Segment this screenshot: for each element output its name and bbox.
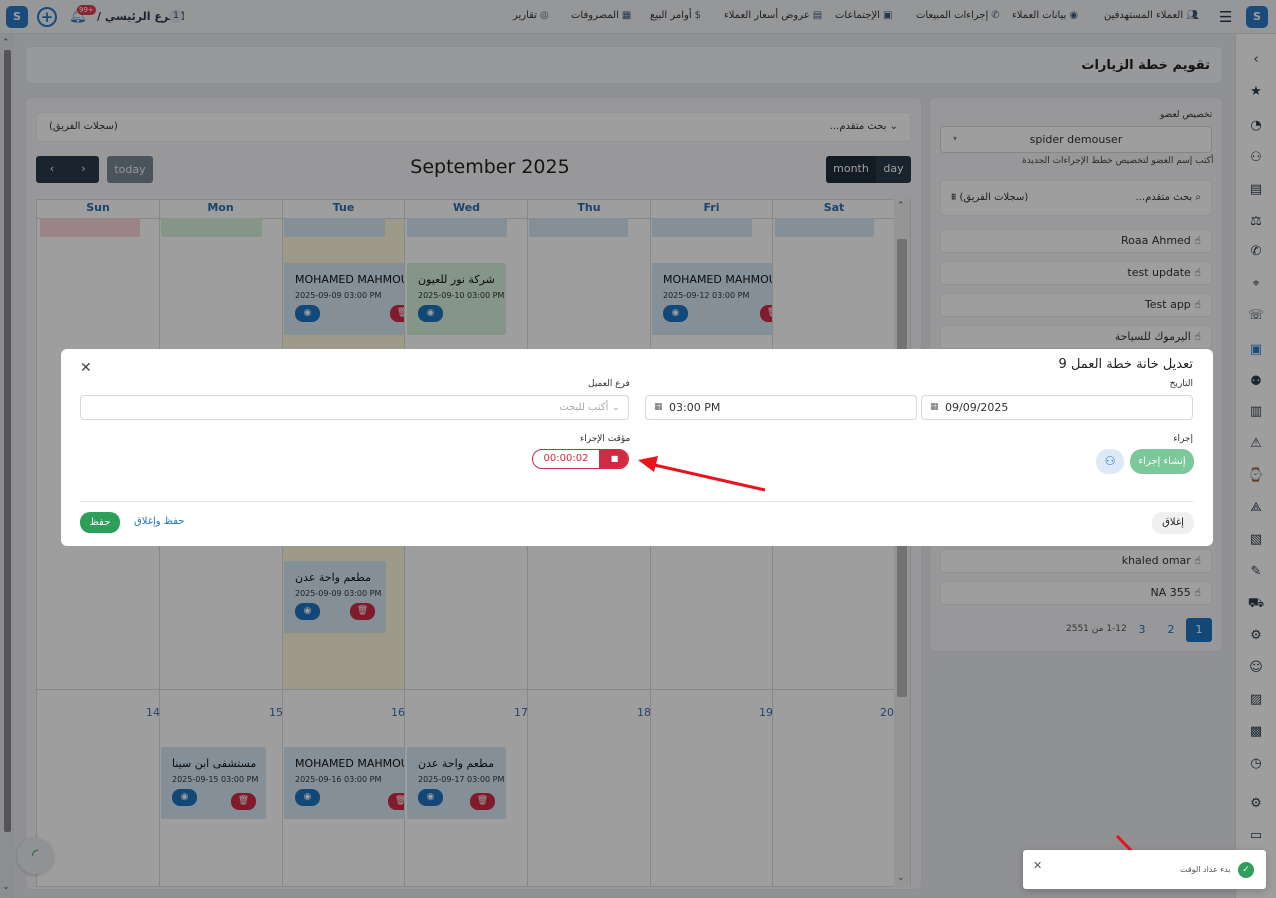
date-label: التاريخ (1169, 379, 1193, 389)
modal-divider (80, 501, 1194, 502)
toast-notification: ✕ بدء عداد الوقت ✓ (1023, 850, 1266, 889)
customer-branch-label: فرع العميل (588, 379, 630, 389)
toast-close-icon[interactable]: ✕ (1033, 859, 1042, 872)
chevron-down-icon: ⌄ (608, 402, 620, 413)
stop-timer-button[interactable]: ■ (599, 450, 628, 468)
close-button[interactable]: إغلاق (1152, 512, 1194, 534)
save-close-button[interactable]: حفظ وإغلاق (134, 516, 184, 527)
action-timer: 00:00:02 ■ (532, 449, 629, 469)
branch-placeholder: ⌄ أكتب للبحث (559, 402, 620, 413)
modal-title: تعديل خانة خطة العمل 9 (1058, 357, 1193, 372)
clock-icon: ▦ (654, 402, 663, 412)
assign-user-icon[interactable]: ⚇ (1096, 449, 1124, 474)
save-button[interactable]: حفظ (80, 512, 120, 533)
calendar-small-icon: ▦ (930, 402, 939, 412)
arrow-head (638, 456, 658, 472)
create-action-button[interactable]: إنشاء إجراء (1130, 449, 1194, 474)
time-value: 03:00 PM (669, 401, 721, 414)
annotation-arrow (638, 456, 766, 492)
action-label: إجراء (1173, 434, 1193, 444)
arrow-shaft (649, 462, 766, 492)
date-value: 09/09/2025 (945, 401, 1009, 414)
action-timer-label: مؤقت الإجراء (580, 434, 631, 444)
check-icon: ✓ (1238, 862, 1254, 878)
time-field[interactable]: ▦ 03:00 PM (645, 395, 917, 420)
stop-icon: ■ (610, 454, 619, 463)
timer-value: 00:00:02 (543, 453, 589, 464)
customer-branch-select[interactable]: ⌄ أكتب للبحث (80, 395, 629, 420)
edit-plan-modal: تعديل خانة خطة العمل 9 ✕ التاريخ ▦ 09/09… (61, 349, 1213, 546)
date-field[interactable]: ▦ 09/09/2025 (921, 395, 1193, 420)
toast-message: بدء عداد الوقت (1180, 865, 1231, 874)
close-icon[interactable]: ✕ (80, 360, 92, 376)
